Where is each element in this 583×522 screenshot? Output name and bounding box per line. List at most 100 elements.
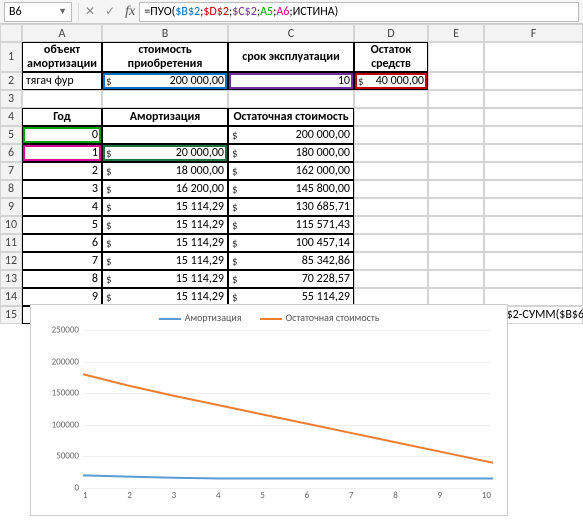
cell-E10[interactable] xyxy=(428,216,484,234)
cell-A9[interactable]: 4 xyxy=(22,198,102,216)
cell-B7[interactable]: $18 000,00 xyxy=(102,162,228,180)
cell-E2[interactable] xyxy=(428,72,484,90)
cell-D8[interactable] xyxy=(354,180,428,198)
cell-C13[interactable]: $70 228,57 xyxy=(228,270,354,288)
cell-D5[interactable] xyxy=(354,126,428,144)
cell-C2[interactable]: 10 xyxy=(228,72,354,90)
cell-B4[interactable]: Амортизация xyxy=(102,108,228,126)
cell-E1[interactable] xyxy=(428,42,484,72)
cell-A13[interactable]: 8 xyxy=(22,270,102,288)
cell-F8[interactable] xyxy=(484,180,583,198)
cell-B10[interactable]: $15 114,29 xyxy=(102,216,228,234)
cell-A12[interactable]: 7 xyxy=(22,252,102,270)
cell-E6[interactable] xyxy=(428,144,484,162)
fx-icon[interactable]: fx xyxy=(125,4,135,20)
cell-E5[interactable] xyxy=(428,126,484,144)
row-header-8[interactable]: 8 xyxy=(0,180,22,198)
cell-B2[interactable]: $200 000,00 xyxy=(102,72,228,90)
cell-B11[interactable]: $15 114,29 xyxy=(102,234,228,252)
cancel-icon[interactable]: ✕ xyxy=(85,4,95,19)
formula-input[interactable]: =ПУО($B$2;$D$2;$C$2;A5;A6;ИСТИНА) xyxy=(139,2,579,22)
cell-F9[interactable] xyxy=(484,198,583,216)
col-header-B[interactable]: B xyxy=(102,24,228,42)
chevron-down-icon[interactable]: ▼ xyxy=(58,6,67,17)
row-header-3[interactable]: 3 xyxy=(0,90,22,108)
cell-F2[interactable] xyxy=(484,72,583,90)
cell-B8[interactable]: $16 200,00 xyxy=(102,180,228,198)
name-box[interactable]: B6 ▼ xyxy=(4,2,72,22)
spreadsheet-grid[interactable]: ABCDEF1объект амортизациистоимость приоб… xyxy=(0,24,583,324)
cell-D4[interactable] xyxy=(354,108,428,126)
row-header-10[interactable]: 10 xyxy=(0,216,22,234)
chart[interactable]: Амортизация Остаточная стоимость 0500001… xyxy=(30,304,508,516)
cell-D6[interactable] xyxy=(354,144,428,162)
cell-C9[interactable]: $130 685,71 xyxy=(228,198,354,216)
cell-A7[interactable]: 2 xyxy=(22,162,102,180)
cell-E12[interactable] xyxy=(428,252,484,270)
row-header-12[interactable]: 12 xyxy=(0,252,22,270)
cell-C1[interactable]: срок эксплуатации xyxy=(228,42,354,72)
cell-r3-3[interactable] xyxy=(354,90,428,108)
cell-B9[interactable]: $15 114,29 xyxy=(102,198,228,216)
cell-r3-5[interactable] xyxy=(484,90,583,108)
cell-r3-0[interactable] xyxy=(22,90,102,108)
row-header-13[interactable]: 13 xyxy=(0,270,22,288)
cell-F1[interactable] xyxy=(484,42,583,72)
row-header-7[interactable]: 7 xyxy=(0,162,22,180)
cell-D2[interactable]: $40 000,00 xyxy=(354,72,428,90)
cell-B12[interactable]: $15 114,29 xyxy=(102,252,228,270)
cell-D13[interactable] xyxy=(354,270,428,288)
cell-C7[interactable]: $162 000,00 xyxy=(228,162,354,180)
cell-F5[interactable] xyxy=(484,126,583,144)
select-all[interactable] xyxy=(0,24,22,42)
cell-A11[interactable]: 6 xyxy=(22,234,102,252)
cell-A6[interactable]: 1 xyxy=(22,144,102,162)
cell-F13[interactable] xyxy=(484,270,583,288)
cell-C8[interactable]: $145 800,00 xyxy=(228,180,354,198)
row-header-9[interactable]: 9 xyxy=(0,198,22,216)
cell-A10[interactable]: 5 xyxy=(22,216,102,234)
cell-E8[interactable] xyxy=(428,180,484,198)
cell-A4[interactable]: Год xyxy=(22,108,102,126)
cell-r3-4[interactable] xyxy=(428,90,484,108)
row-header-14[interactable]: 14 xyxy=(0,288,22,306)
enter-icon[interactable]: ✓ xyxy=(105,4,115,19)
row-header-15[interactable]: 15 xyxy=(0,306,22,324)
col-header-E[interactable]: E xyxy=(428,24,484,42)
cell-r3-1[interactable] xyxy=(102,90,228,108)
cell-A1[interactable]: объект амортизации xyxy=(22,42,102,72)
cell-D9[interactable] xyxy=(354,198,428,216)
row-header-6[interactable]: 6 xyxy=(0,144,22,162)
cell-F6[interactable] xyxy=(484,144,583,162)
cell-C11[interactable]: $100 457,14 xyxy=(228,234,354,252)
col-header-C[interactable]: C xyxy=(228,24,354,42)
cell-C10[interactable]: $115 571,43 xyxy=(228,216,354,234)
cell-F7[interactable] xyxy=(484,162,583,180)
cell-A5[interactable]: 0 xyxy=(22,126,102,144)
cell-D1[interactable]: Остаток средств xyxy=(354,42,428,72)
cell-F4[interactable] xyxy=(484,108,583,126)
cell-A2[interactable]: тягач фур xyxy=(22,72,102,90)
cell-F12[interactable] xyxy=(484,252,583,270)
cell-D11[interactable] xyxy=(354,234,428,252)
cell-C6[interactable]: $180 000,00 xyxy=(228,144,354,162)
cell-E9[interactable] xyxy=(428,198,484,216)
col-header-A[interactable]: A xyxy=(22,24,102,42)
col-header-D[interactable]: D xyxy=(354,24,428,42)
cell-E7[interactable] xyxy=(428,162,484,180)
cell-D10[interactable] xyxy=(354,216,428,234)
cell-C5[interactable]: $200 000,00 xyxy=(228,126,354,144)
cell-D7[interactable] xyxy=(354,162,428,180)
cell-F10[interactable] xyxy=(484,216,583,234)
cell-C12[interactable]: $85 342,86 xyxy=(228,252,354,270)
cell-C4[interactable]: Остаточная стоимость xyxy=(228,108,354,126)
cell-B5[interactable] xyxy=(102,126,228,144)
cell-F11[interactable] xyxy=(484,234,583,252)
cell-E13[interactable] xyxy=(428,270,484,288)
row-header-1[interactable]: 1 xyxy=(0,42,22,72)
row-header-2[interactable]: 2 xyxy=(0,72,22,90)
row-header-4[interactable]: 4 xyxy=(0,108,22,126)
row-header-5[interactable]: 5 xyxy=(0,126,22,144)
cell-r3-2[interactable] xyxy=(228,90,354,108)
cell-B1[interactable]: стоимость приобретения xyxy=(102,42,228,72)
